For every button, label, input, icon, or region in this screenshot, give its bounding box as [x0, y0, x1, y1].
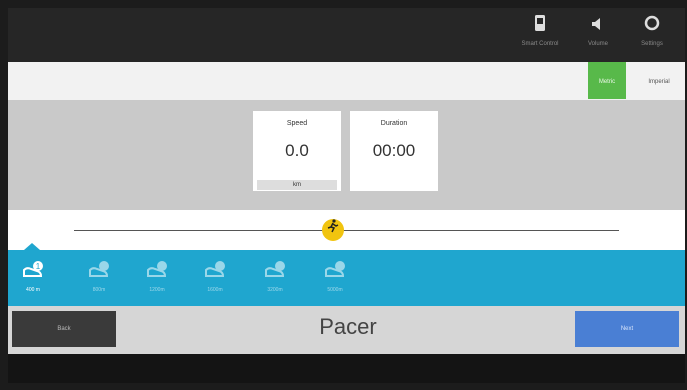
- workout-3200m[interactable]: 3200m: [258, 260, 292, 302]
- workout-strip: 1 400 m 800m 1200m 1600m 3200m 5000m: [8, 243, 685, 306]
- next-button[interactable]: Next: [575, 311, 679, 347]
- pace-slider-band: [8, 210, 685, 250]
- shoe-icon: [198, 260, 232, 286]
- svg-text:1: 1: [36, 262, 41, 271]
- back-button[interactable]: Back: [12, 311, 116, 347]
- gear-icon: [626, 14, 678, 40]
- workout-label: 400 m: [26, 287, 40, 293]
- page-title: Pacer: [319, 314, 377, 339]
- footer-bar: [8, 354, 685, 383]
- imperial-toggle[interactable]: Imperial: [636, 62, 682, 99]
- volume-label: Volume: [587, 41, 608, 47]
- workout-400m[interactable]: 1 400 m: [16, 260, 50, 302]
- shoe-icon: [140, 260, 174, 286]
- workout-1600m[interactable]: 1600m: [198, 260, 232, 302]
- speed-unit: km: [257, 180, 337, 190]
- selection-notch: [24, 243, 40, 250]
- speaker-icon: [572, 14, 624, 40]
- workout-label: 800m: [92, 287, 106, 293]
- app-frame: Smart Control Volume Settings Metric Imp…: [8, 8, 685, 383]
- workout-label: 1200m: [149, 287, 165, 293]
- speed-title: Speed: [286, 120, 308, 127]
- speed-tile[interactable]: Speed 0.0 km: [253, 111, 341, 191]
- stats-band: Speed 0.0 km Duration 00:00: [8, 100, 685, 210]
- top-bar: Smart Control Volume Settings: [8, 8, 685, 62]
- workout-800m[interactable]: 800m: [82, 260, 116, 302]
- smart-control-label: Smart Control: [521, 41, 559, 47]
- unit-bar: Metric Imperial: [8, 62, 685, 100]
- shoe-icon: [258, 260, 292, 286]
- shoe-icon: [82, 260, 116, 286]
- phone-icon: [514, 14, 566, 40]
- workout-5000m[interactable]: 5000m: [318, 260, 352, 302]
- smart-control-button[interactable]: Smart Control: [514, 14, 566, 58]
- duration-value: 00:00: [372, 141, 416, 160]
- settings-button[interactable]: Settings: [626, 14, 678, 58]
- pace-slider-knob[interactable]: [322, 219, 344, 241]
- workout-label: 5000m: [327, 287, 343, 293]
- metric-toggle[interactable]: Metric: [588, 62, 626, 99]
- duration-title: Duration: [380, 120, 408, 127]
- workout-label: 1600m: [207, 287, 223, 293]
- shoe-icon: 1: [16, 260, 50, 286]
- runner-icon: [327, 219, 339, 236]
- workout-label: 3200m: [267, 287, 283, 293]
- shoe-icon: [318, 260, 352, 286]
- settings-label: Settings: [641, 41, 663, 47]
- bottom-bar: Back Pacer Next: [8, 306, 685, 354]
- volume-button[interactable]: Volume: [572, 14, 624, 58]
- duration-tile[interactable]: Duration 00:00: [350, 111, 438, 191]
- speed-value: 0.0: [285, 141, 309, 160]
- pace-slider-track[interactable]: [74, 230, 619, 231]
- workout-1200m[interactable]: 1200m: [140, 260, 174, 302]
